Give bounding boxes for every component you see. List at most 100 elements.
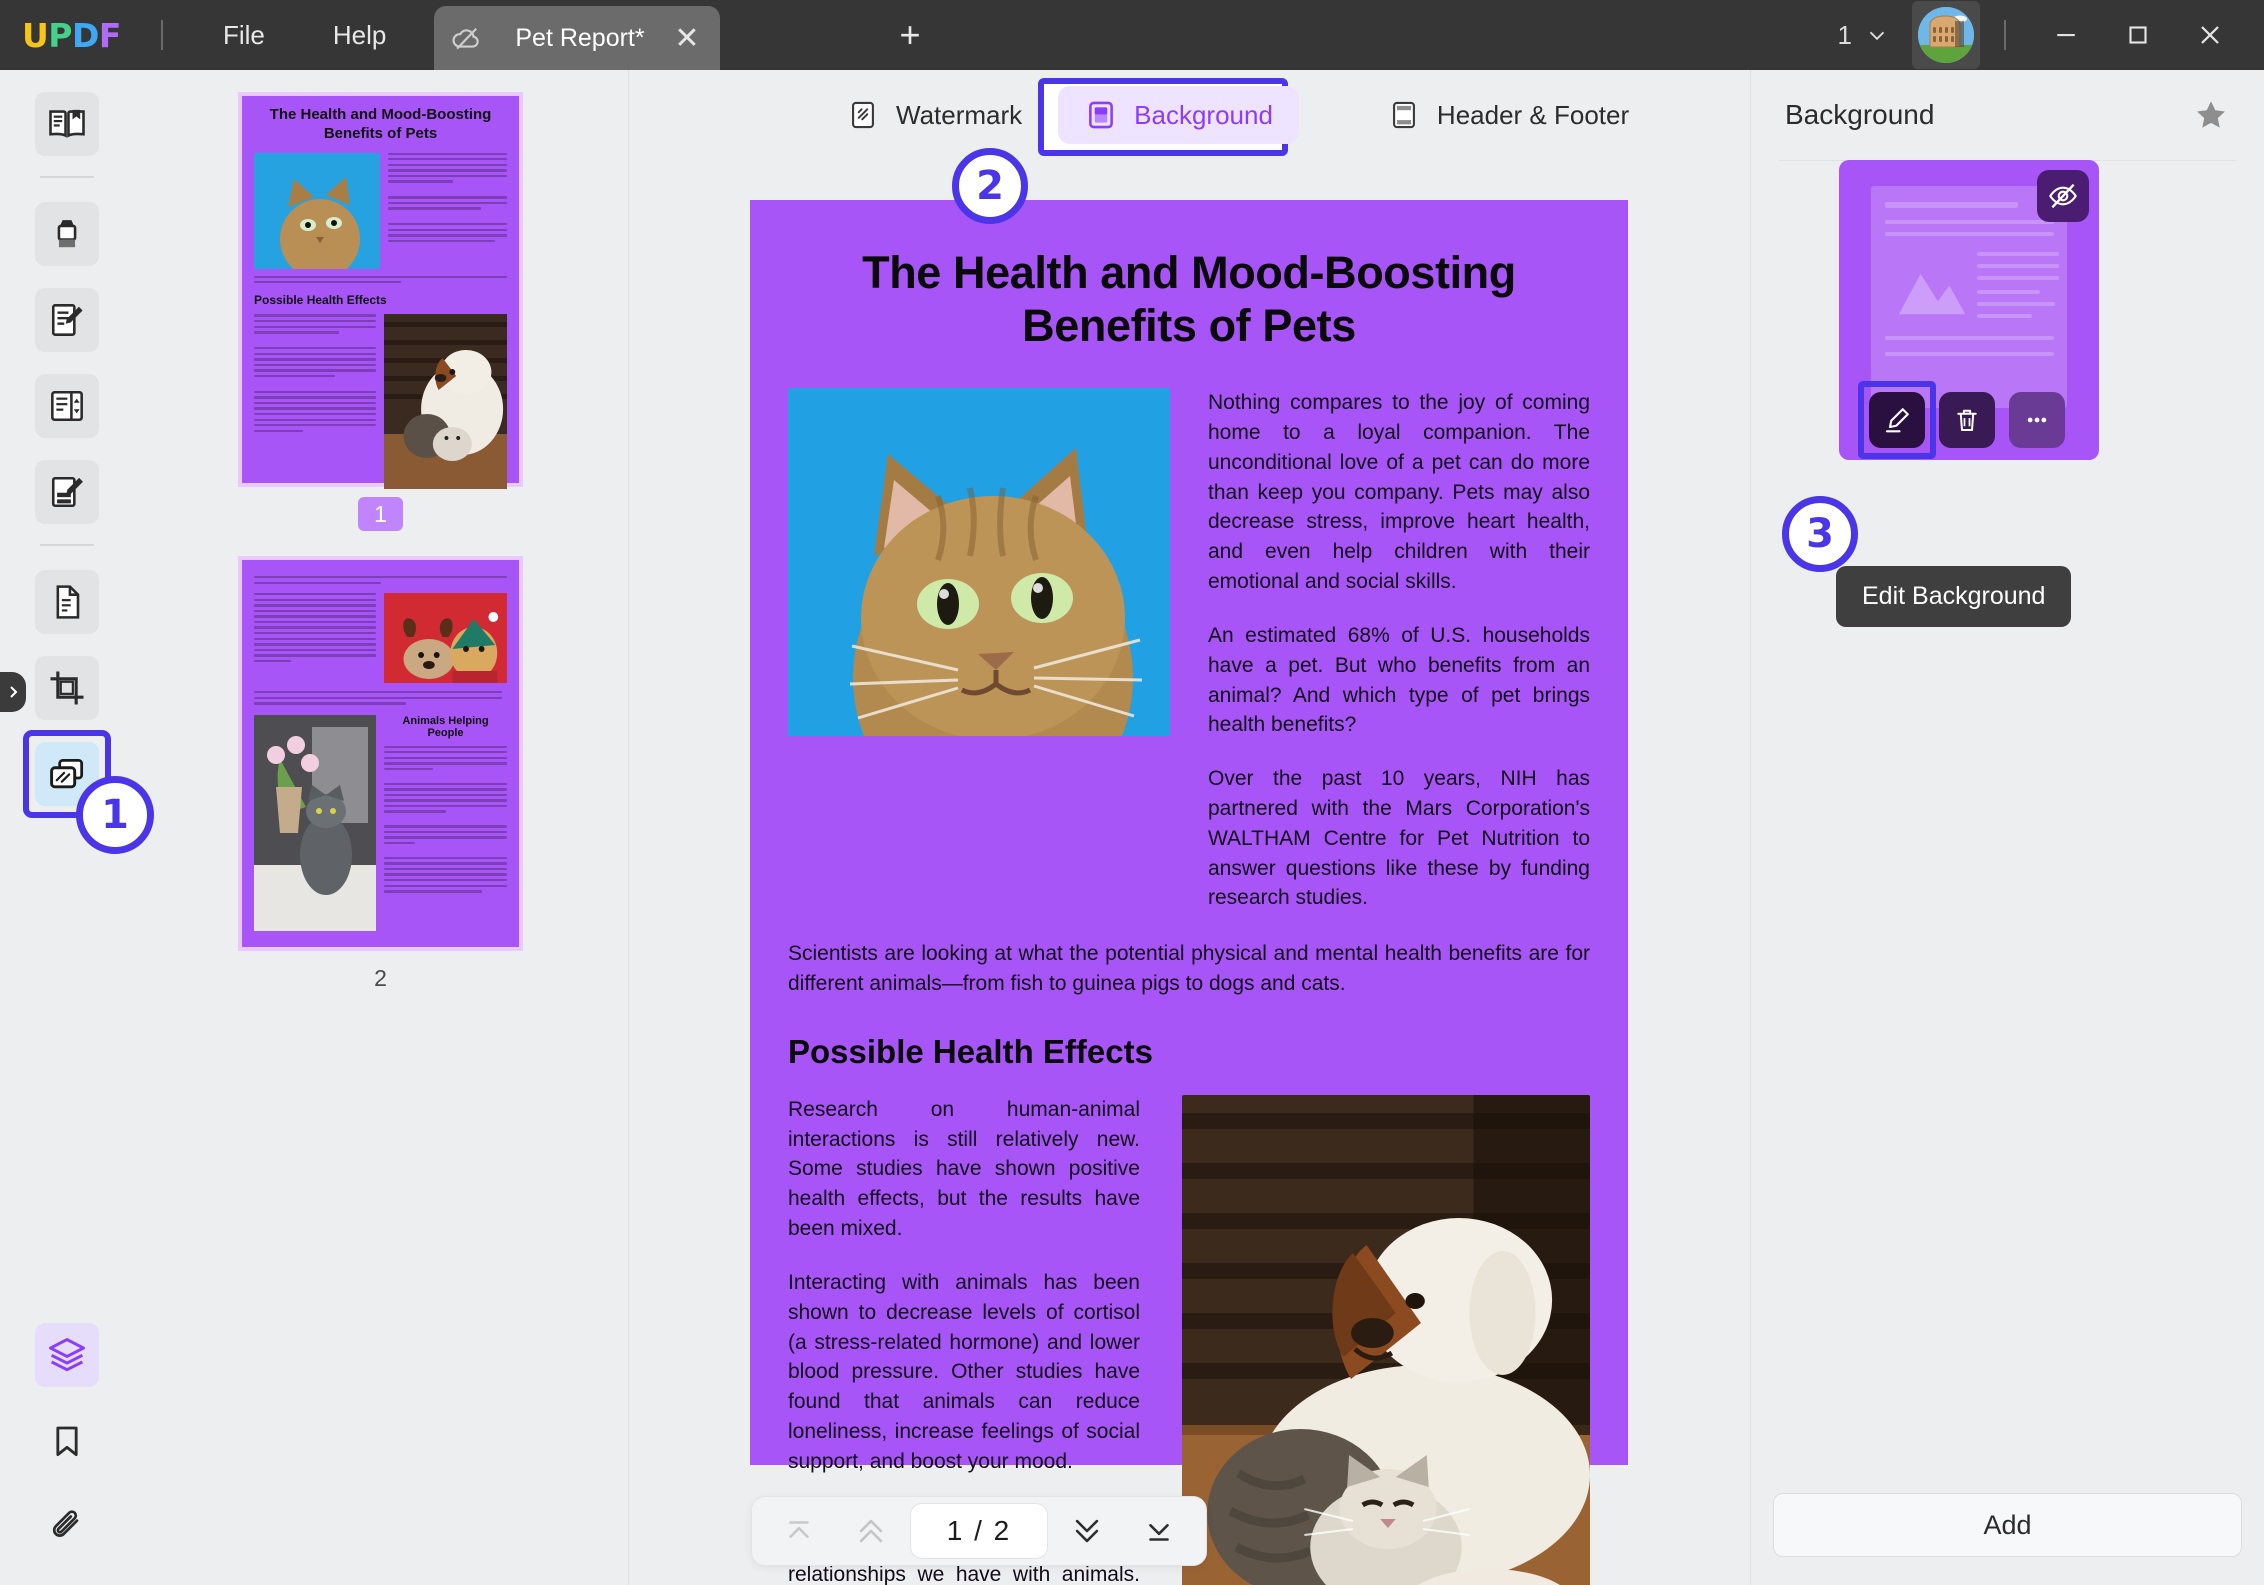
logo-letter-p: P [48,15,72,55]
background-preview-page [1871,186,2067,408]
panel-title: Background [1785,99,1935,130]
star-icon[interactable] [2192,96,2230,134]
thumbnail-page-2[interactable]: Animals Helping People 2 [238,556,523,992]
thumbnail-dogs-costume-image [384,592,507,683]
logo-letter-u: U [22,15,49,55]
reader-icon [48,109,85,138]
paragraph: Over the past 10 years, NIH has partnere… [1208,767,1590,910]
thumbnail-page-1-title: The Health and Mood-Boosting Benefits of … [269,106,492,142]
maximize-button[interactable] [2102,0,2174,70]
sidebar-item-annotate[interactable] [34,288,99,352]
go-first-page-button[interactable] [766,1504,832,1558]
background-card-actions [1858,381,2065,459]
sidebar-item-organize-pages[interactable] [34,374,99,438]
pdf-page: The Health and Mood-Boosting Benefits of … [750,200,1628,1585]
sidebar-item-attachment[interactable] [35,1495,99,1559]
paragraph: Nothing compares to the joy of coming ho… [1208,391,1590,594]
thumbnail-grey-cat-image [254,714,376,931]
go-last-page-button[interactable] [1126,1504,1192,1558]
titlebar-right-controls: 1 [1838,0,2264,70]
colosseum-image [1918,7,1974,63]
minimize-button[interactable] [2030,0,2102,70]
page-navigation-bar[interactable]: 1 / 2 [751,1496,1207,1566]
close-window-button[interactable] [2174,0,2246,70]
menu-file[interactable]: File [189,0,299,70]
menu-help[interactable]: Help [299,0,420,70]
page-count-value: 1 [1837,19,1852,50]
collapse-panel-handle[interactable] [0,672,26,712]
page-count-selector[interactable]: 1 [1838,20,1890,51]
content-row-top: Nothing compares to the joy of coming ho… [788,388,1590,913]
top-right-text-column: Nothing compares to the joy of coming ho… [1208,388,1590,913]
close-tab-icon[interactable]: ✕ [670,21,704,56]
trash-icon [1957,409,1977,431]
more-options-button[interactable] [2009,392,2065,448]
thumbnail-page-2-number: 2 [374,965,387,991]
eye-off-icon [2049,183,2077,209]
attachment-icon [52,1510,78,1537]
maximize-icon [2129,26,2147,44]
add-background-label: Add [1983,1509,2032,1540]
dog-and-cats-photo [1182,1094,1590,1585]
background-icon [1089,101,1114,129]
callout-3: 3 [1782,496,1858,572]
thumbnail-page-1[interactable]: The Health and Mood-Boosting Benefits of … [238,92,523,531]
add-background-button[interactable]: Add [1773,1493,2242,1557]
panel-header: Background [1751,70,2264,160]
toggle-background-visibility-button[interactable] [2037,170,2089,222]
background-side-panel: Background Add [1750,70,2264,1585]
tab-background[interactable]: Background [1058,86,1299,144]
thumbnail-p2-wide-quote [254,690,507,705]
page-number-value: 1 / 2 [946,1515,1012,1546]
chevron-right-icon [10,686,18,698]
sidebar-item-highlighter[interactable] [34,202,99,266]
sidebar-item-reader[interactable] [34,92,99,156]
title-bar: U P D F File Help Pet Report* ✕ + 1 [0,0,2264,70]
background-preview-card[interactable] [1839,160,2099,460]
new-tab-icon[interactable]: + [890,14,930,56]
sidebar-item-crop[interactable] [34,656,99,720]
edit-background-button[interactable] [1869,392,1925,448]
page-thumbnail-panel[interactable]: The Health and Mood-Boosting Benefits of … [133,70,629,1585]
previous-page-button[interactable] [838,1504,904,1558]
page-number-input[interactable]: 1 / 2 [910,1503,1048,1559]
tab-watermark[interactable]: Watermark [820,86,1048,144]
cloud-off-icon [452,28,479,50]
sidebar-item-layers[interactable] [34,1323,99,1387]
thumbnail-left-column [254,314,376,489]
minimize-icon [2057,33,2075,37]
avatar-image [1918,7,1974,63]
thumbnail-p2-quote [254,592,376,683]
sidebar-item-bookmark[interactable] [35,1409,99,1473]
paragraph: Research on human-animal interactions is… [788,1097,1140,1241]
logo-letter-f: F [98,15,122,55]
sidebar-item-edit-pdf[interactable] [34,460,99,524]
page-title: The Health and Mood-Boosting Benefits of … [862,247,1516,352]
tab-watermark-label: Watermark [896,99,1023,130]
delete-background-button[interactable] [1939,392,1995,448]
titlebar-divider-2 [2004,20,2006,50]
placeholder-image-icon [1898,273,1966,315]
document-canvas[interactable]: The Health and Mood-Boosting Benefits of … [630,160,1750,1585]
highlighter-icon [57,220,76,248]
document-tab-title: Pet Report* [515,23,645,52]
organize-pages-icon [50,390,83,422]
thumbnail-p2-right-column: Animals Helping People [384,715,507,931]
next-page-button[interactable] [1054,1504,1120,1558]
document-tab[interactable]: Pet Report* ✕ [434,6,720,70]
tab-background-label: Background [1134,99,1273,130]
rail-divider-1 [39,176,94,178]
section-heading: Possible Health Effects [788,1032,1153,1070]
sidebar-item-convert[interactable] [34,570,99,634]
avatar[interactable] [1912,1,1980,69]
pencil-icon [1885,408,1909,433]
tab-header-footer[interactable]: Header & Footer [1361,86,1655,144]
paragraph: An estimated 68% of U.S. households have… [1208,623,1590,737]
logo-letter-d: D [71,15,99,55]
layers-icon [48,1338,85,1372]
header-footer-icon [1392,101,1415,129]
tab-header-footer-label: Header & Footer [1436,99,1630,130]
close-icon [2201,26,2219,44]
app-logo: U P D F [22,19,121,52]
wide-paragraph: Scientists are looking at what the poten… [788,942,1590,995]
